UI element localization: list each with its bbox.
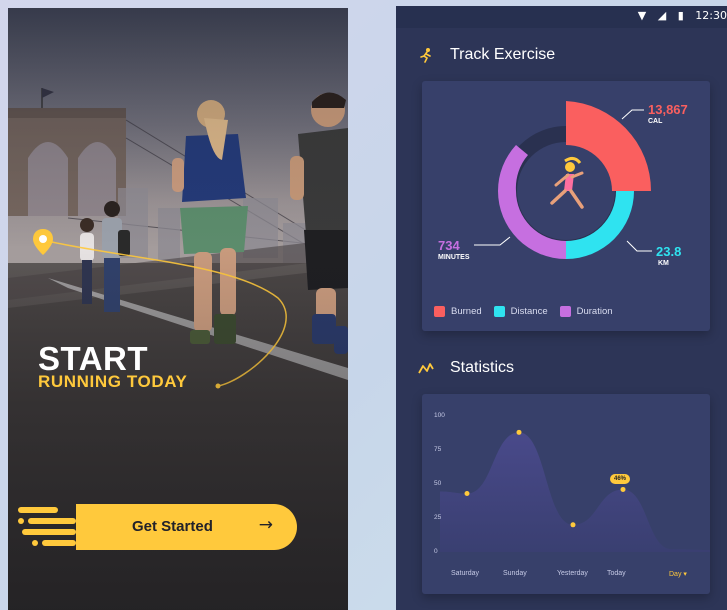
wifi-icon: ▼ — [637, 9, 647, 22]
track-exercise-header: Track Exercise — [418, 46, 555, 64]
data-point-yesterday[interactable] — [570, 522, 576, 528]
dashboard-screen: ▼ ◢ ▮ 12:30 Track Exercise 13,867 CAL 23… — [396, 6, 727, 610]
x-tick-label: Yesterday — [557, 570, 588, 577]
y-tick-label: 25 — [434, 514, 442, 521]
legend-item-distance: Distance — [493, 306, 548, 317]
today-value-badge: 46% — [610, 474, 631, 484]
duration-value: 734 — [438, 238, 460, 253]
data-point-sunday[interactable] — [516, 429, 522, 435]
battery-icon: ▮ — [677, 9, 684, 22]
area-series — [440, 432, 710, 552]
donut-burned-segment — [566, 101, 652, 191]
get-started-label: Get Started — [132, 518, 213, 535]
track-exercise-title: Track Exercise — [450, 46, 556, 63]
onboarding-subtitle: RUNNING TODAY — [38, 372, 188, 391]
duration-unit: MINUTES — [438, 254, 470, 261]
runner-illustration — [550, 156, 584, 209]
statistics-area-chart — [440, 429, 710, 552]
onboarding-title: START — [38, 340, 149, 377]
legend-item-burned: Burned — [434, 306, 482, 317]
runner-icon — [420, 48, 431, 63]
status-time: 12:30 — [695, 9, 727, 22]
status-bar: ▼ ◢ ▮ 12:30 — [396, 6, 727, 28]
legend-item-duration: Duration — [559, 306, 613, 317]
donut-duration-segment — [498, 145, 566, 259]
data-point-saturday[interactable] — [464, 491, 470, 497]
y-tick-label: 0 — [434, 548, 438, 555]
x-tick-label: Sunday — [503, 570, 527, 577]
signal-icon: ◢ — [657, 9, 667, 22]
arrow-right-icon: → — [258, 515, 273, 535]
statistics-header: Statistics — [418, 359, 514, 377]
get-started-button[interactable]: Get Started → — [76, 504, 297, 550]
distance-value: 23.8 — [656, 244, 682, 259]
trend-icon — [418, 363, 434, 374]
y-tick-label: 100 — [434, 412, 445, 419]
statistics-title: Statistics — [450, 359, 515, 376]
onboarding-screen: START RUNNING TODAY Get Started → — [8, 8, 348, 610]
x-tick-label: Today — [607, 570, 626, 577]
data-point-today[interactable] — [620, 486, 626, 492]
chevron-down-icon: ▾ — [683, 571, 687, 578]
track-exercise-card: 13,867 CAL 23.8 KM 734 MINUTES Burned Di… — [422, 81, 710, 331]
y-tick-label: 50 — [434, 480, 442, 487]
distance-unit: KM — [658, 260, 669, 267]
x-tick-label: Saturday — [451, 570, 480, 577]
calories-unit: CAL — [648, 118, 663, 125]
statistics-card: 100 75 50 25 0 Saturday Sunday Yesterday Today … — [422, 394, 710, 594]
chart-legend: Burned Distance Duration — [434, 306, 613, 317]
period-select[interactable]: Day ▾ — [669, 570, 687, 578]
y-tick-label: 75 — [434, 446, 442, 453]
calories-value: 13,867 — [648, 102, 688, 117]
